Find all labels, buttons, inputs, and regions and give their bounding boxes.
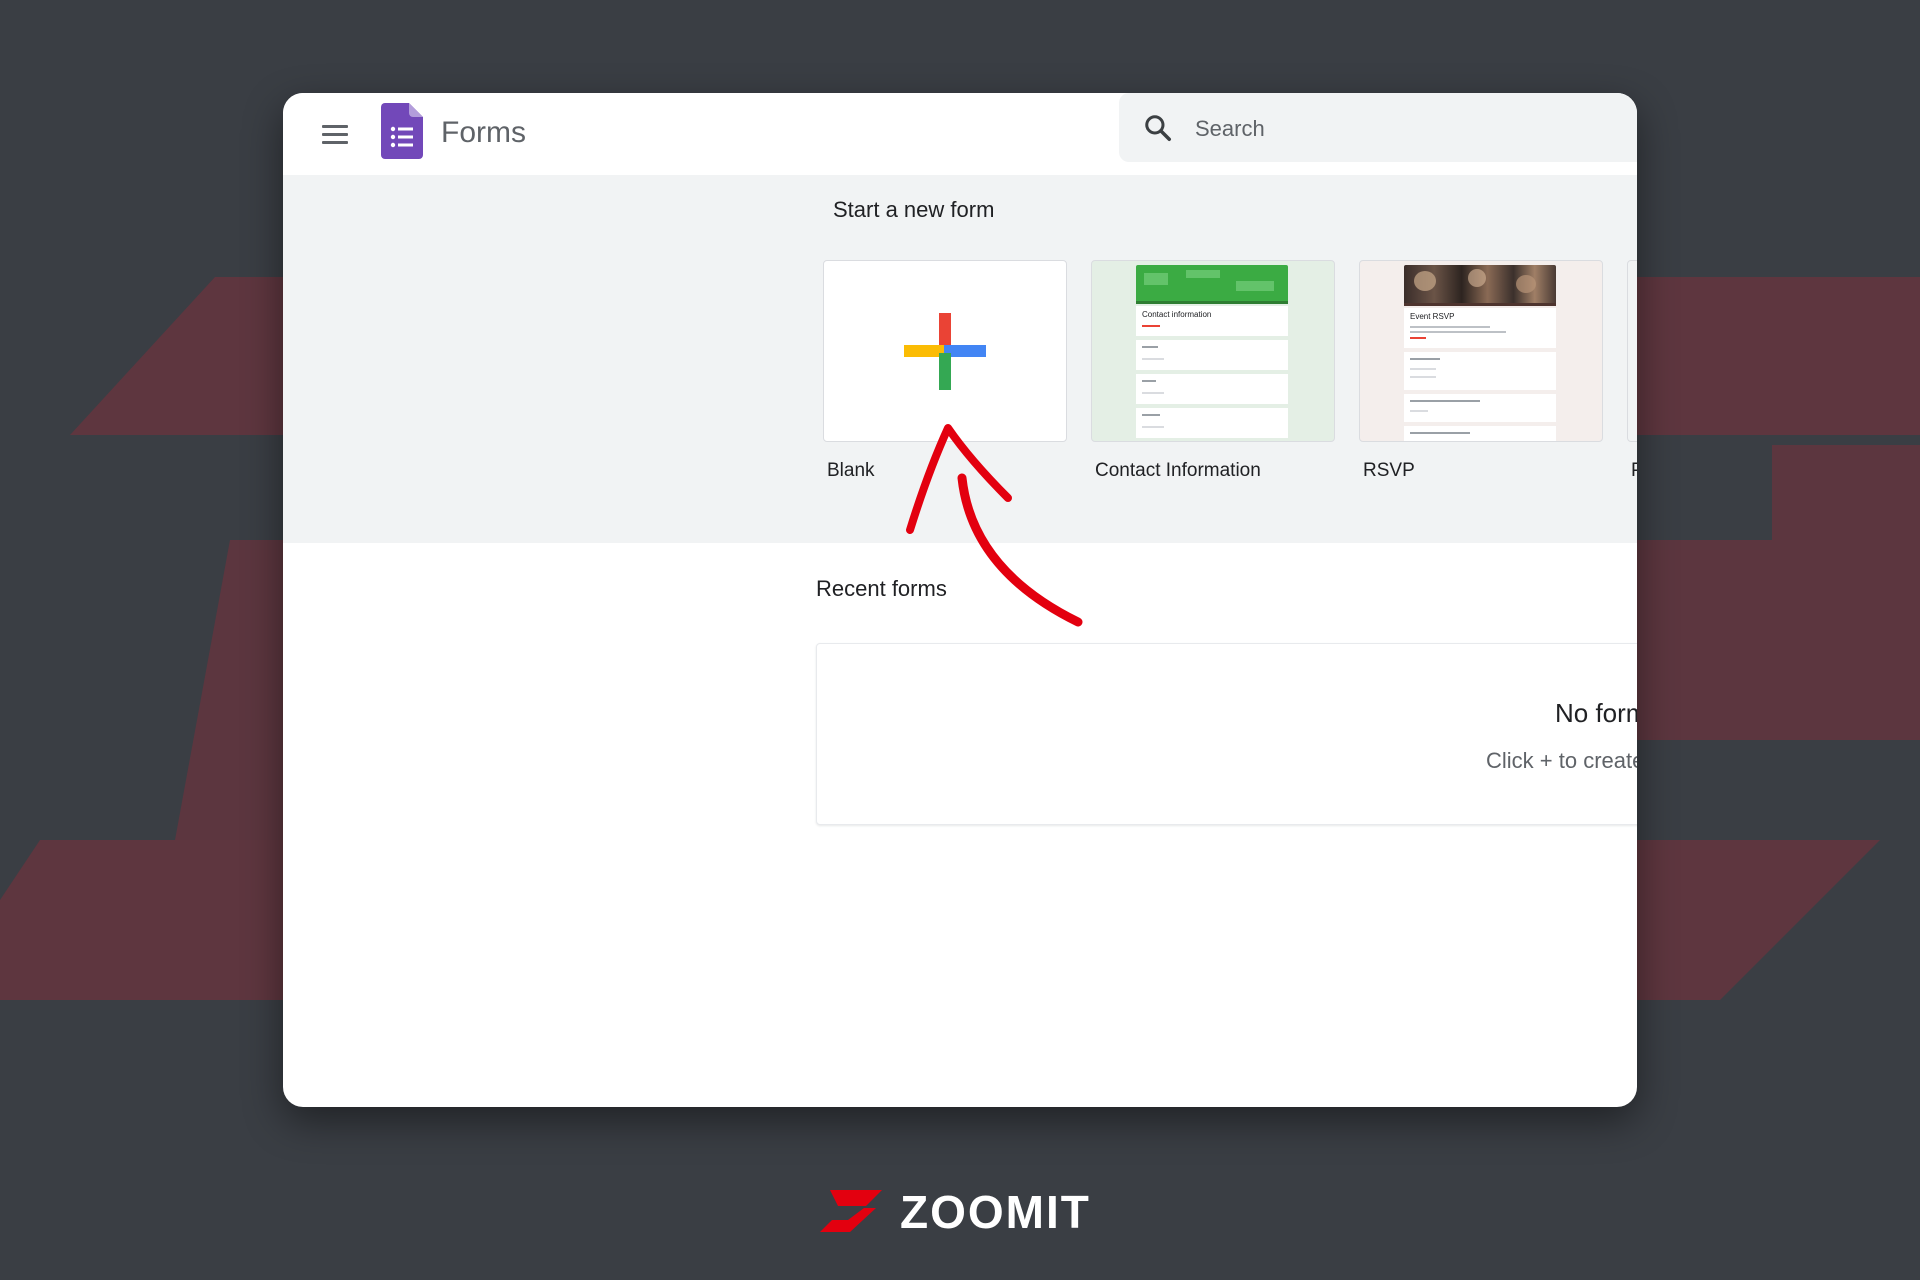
- zoomit-logo-icon: [820, 1190, 882, 1232]
- template-label: RSVP: [1363, 460, 1415, 481]
- search-icon[interactable]: [1143, 113, 1173, 143]
- hamburger-icon: [322, 125, 348, 128]
- blank-thumbnail[interactable]: [823, 260, 1067, 442]
- thumb-form-title: Contact information: [1142, 310, 1212, 319]
- rsvp-thumbnail[interactable]: Event RSVP: [1359, 260, 1603, 442]
- google-forms-icon[interactable]: [381, 103, 423, 159]
- section-heading: Start a new form: [833, 197, 995, 222]
- event-photo: [1404, 265, 1556, 303]
- thumb-form-title: Event RSVP: [1410, 312, 1455, 321]
- zoomit-watermark: ZOOMIT: [820, 1188, 1110, 1238]
- search-bar[interactable]: [1119, 93, 1637, 162]
- partial-template-thumbnail[interactable]: [1627, 260, 1637, 442]
- recent-forms-empty-state: No form Click + to create: [816, 643, 1637, 825]
- empty-state-title: No form: [1555, 698, 1637, 728]
- plus-icon: [904, 313, 986, 390]
- search-input[interactable]: [1193, 107, 1617, 151]
- template-partial[interactable]: P: [1627, 260, 1637, 482]
- zoomit-wordmark: ZOOMIT: [900, 1186, 1091, 1238]
- main-menu-button[interactable]: [319, 119, 351, 149]
- empty-state-subtitle: Click + to create: [1486, 748, 1637, 773]
- template-contact-information[interactable]: Contact information Contact Information: [1091, 260, 1335, 482]
- app-header: Forms: [283, 93, 1637, 175]
- app-title: Forms: [441, 116, 526, 149]
- template-rsvp[interactable]: Event RSVP RSVP: [1359, 260, 1603, 482]
- template-label: P: [1631, 460, 1637, 482]
- template-label: Contact Information: [1095, 460, 1261, 481]
- contact-information-thumbnail[interactable]: Contact information: [1091, 260, 1335, 442]
- red-arrow-annotation: [906, 424, 1083, 627]
